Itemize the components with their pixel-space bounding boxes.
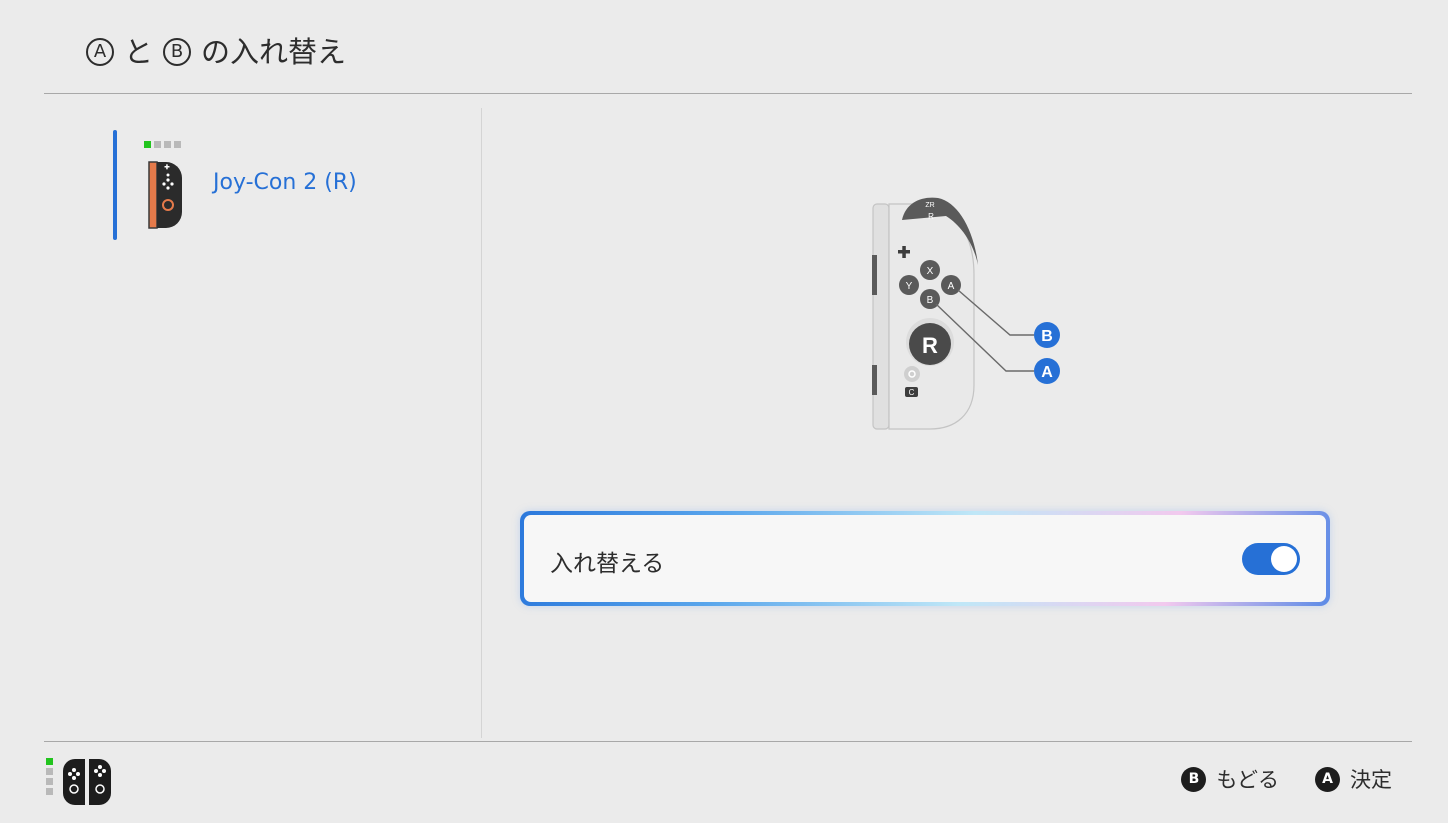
back-label: もどる [1216,768,1279,792]
joycon-r-icon [148,160,184,234]
player-led-1 [144,141,151,148]
zr-label: ZR [925,202,934,209]
header-divider [44,93,1412,94]
callout-b-badge: B [1041,328,1053,345]
confirm-label: 決定 [1350,768,1392,792]
player-indicator-vertical [46,758,53,812]
a-button-icon: A [1315,766,1340,792]
player-led-1 [46,758,53,765]
title-conjunction: と [124,35,154,69]
b-button-glyph: B [163,38,192,66]
joycon-diagram: ZR R X Y A B R C B A [850,190,1080,444]
player-led-2 [154,141,161,148]
r-shoulder-label: R [928,212,934,221]
swap-toggle-switch[interactable] [1242,543,1300,575]
player-indicator [144,141,181,148]
sidebar-item-joycon-r[interactable]: Joy-Con 2 (R) [113,130,453,240]
title-text: の入れ替え [201,35,347,69]
swap-setting-row[interactable]: 入れ替える [520,511,1330,606]
swap-setting-label: 入れ替える [550,551,665,577]
header: A と B の入れ替え [0,0,1448,94]
player-led-4 [174,141,181,148]
b-button-label: B [927,295,934,306]
back-action[interactable]: B もどる [1181,764,1279,794]
player-led-4 [46,788,53,795]
callout-a-badge: A [1041,364,1053,381]
player-led-3 [164,141,171,148]
swap-setting-panel: 入れ替える [524,515,1326,602]
stick-label: R [922,333,938,358]
a-button-glyph: A [86,38,114,66]
footer-divider [44,741,1412,742]
y-button-label: Y [906,281,913,292]
footer-actions: B もどる A 決定 [1181,764,1392,794]
b-button-icon: B [1181,766,1207,792]
toggle-knob [1271,546,1297,572]
player-led-2 [46,768,53,775]
player-led-3 [46,778,53,785]
sidebar-item-label: Joy-Con 2 (R) [213,170,357,195]
c-button-label: C [909,388,915,397]
controls-swap-screen: A と B の入れ替え Joy-Con 2 (R) ZR R X Y A B R… [0,0,1448,823]
page-title: A と B の入れ替え [86,32,346,72]
x-button-label: X [927,266,934,277]
sidebar-divider [481,108,482,738]
controller-status [46,756,113,812]
a-button-label: A [948,281,955,292]
selection-indicator [113,130,117,240]
joycon-pair-icon [61,756,113,812]
confirm-action[interactable]: A 決定 [1315,764,1392,794]
